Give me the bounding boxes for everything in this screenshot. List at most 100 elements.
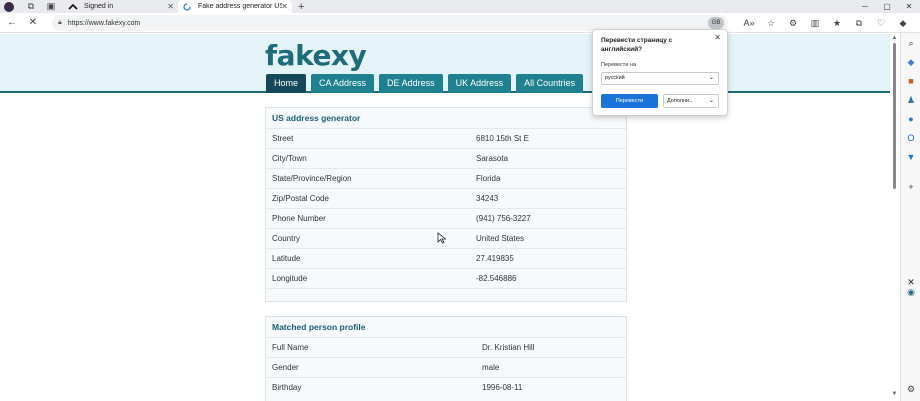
tab-fake-address[interactable]: Fake address generator US - Ra ✕ [178, 0, 292, 13]
tag-icon[interactable]: ◆ [905, 56, 917, 68]
field-value: (941) 756-3227 [476, 214, 531, 223]
translate-icon[interactable]: GB [708, 17, 724, 29]
add-icon[interactable]: + [905, 181, 917, 193]
stop-icon[interactable]: ✕ [24, 14, 42, 32]
field-value: 6810 15th St E [476, 134, 529, 143]
card-title: Matched person profile [272, 322, 366, 332]
favorite-icon[interactable]: ☆ [760, 18, 782, 29]
tab-strip: ⧉ ▣ Signed in ✕ Fake address generator U… [0, 0, 920, 13]
web-page: fakexy Home CA Address DE Address UK Add… [0, 34, 890, 401]
field-value: -82.546886 [476, 274, 517, 283]
site-logo[interactable]: fakexy [265, 39, 367, 72]
site-nav: Home CA Address DE Address UK Address Al… [266, 74, 584, 93]
chevron-down-icon: ⌄ [708, 75, 714, 81]
selected-language: русский [605, 75, 625, 81]
split-screen-icon[interactable]: ▥ [804, 18, 826, 29]
field-value: United States [476, 234, 525, 243]
drop-icon[interactable]: ▼ [905, 151, 917, 163]
field-label: Latitude [272, 254, 301, 263]
search-icon[interactable]: ⌕ [905, 37, 917, 49]
popup-title: Перевести страницу с английский? [601, 37, 673, 53]
tools-icon[interactable]: ■ [905, 75, 917, 87]
field-label: Birthday [272, 383, 302, 392]
field-value: Dr. Kristian Hill [482, 343, 535, 352]
field-label: City/Town [272, 154, 307, 163]
field-label: Gender [272, 363, 299, 372]
table-row: Latitude 27.419835 [266, 248, 626, 268]
back-icon[interactable]: ← [3, 14, 21, 32]
tab-title: Fake address generator US - Ra [198, 3, 282, 10]
field-value: 1996-08-11 [482, 383, 523, 392]
field-label: Longitude [272, 274, 308, 283]
scroll-thumb[interactable] [893, 43, 896, 189]
translate-popup: Перевести страницу с английский? ✕ Перев… [592, 29, 728, 116]
card-title: US address generator [272, 113, 361, 123]
close-icon[interactable]: ✕ [714, 33, 721, 42]
tab-actions-icon[interactable]: ▣ [44, 1, 58, 13]
nav-de-address[interactable]: DE Address [379, 74, 443, 93]
loading-spinner-icon [182, 2, 192, 11]
close-window-icon[interactable]: ✕ [898, 0, 920, 13]
nav-ca-address[interactable]: CA Address [311, 74, 375, 93]
table-row: Full Name Dr. Kristian Hill [266, 337, 626, 357]
profile-icon[interactable] [2, 1, 16, 13]
target-icon[interactable]: ◉ [905, 286, 917, 298]
toolbar-icons: A» ☆ ⚙ ▥ ★ ⧉ ♡ ◆ [738, 13, 914, 33]
person-card: Matched person profile Full Name Dr. Kris… [265, 316, 627, 401]
nav-all-countries[interactable]: All Countries [516, 74, 584, 93]
field-label: Zip/Postal Code [272, 194, 329, 203]
minimize-icon[interactable]: ─ [854, 0, 876, 13]
settings-icon[interactable]: ⚙ [905, 383, 917, 395]
more-options-label: Дополни... [667, 98, 694, 104]
field-label: Street [272, 134, 294, 143]
field-value: 27.419835 [476, 254, 514, 263]
page-scrollbar[interactable]: ▲ ▼ [890, 35, 899, 397]
copilot-icon[interactable]: ◆ [892, 18, 914, 29]
tab-favicon-icon [68, 3, 78, 11]
browser-essentials-icon[interactable]: ♡ [870, 18, 892, 29]
nav-uk-address[interactable]: UK Address [447, 74, 512, 93]
translate-button[interactable]: Перевести [601, 94, 658, 108]
field-value: Sarasota [476, 154, 509, 163]
read-aloud-icon[interactable]: A» [738, 18, 760, 28]
close-tab-icon[interactable]: ✕ [281, 2, 288, 11]
extensions-icon[interactable]: ⚙ [782, 18, 804, 29]
site-info-icon[interactable]: 🔒︎ [58, 19, 62, 27]
site-header: fakexy Home CA Address DE Address UK Add… [0, 34, 890, 93]
table-row [266, 288, 626, 308]
scroll-up-icon[interactable]: ▲ [890, 35, 899, 41]
chevron-down-icon: ⌄ [708, 98, 714, 104]
favorites-icon[interactable]: ★ [826, 18, 848, 29]
maximize-icon[interactable]: ▢ [876, 0, 898, 13]
close-tab-icon[interactable]: ✕ [167, 2, 174, 11]
field-value: male [482, 363, 500, 372]
more-options-button[interactable]: Дополни... ⌄ [663, 94, 719, 108]
scroll-down-icon[interactable]: ▼ [890, 391, 899, 397]
table-row: Gender male [266, 357, 626, 377]
mouse-cursor-icon [437, 232, 447, 244]
field-label: State/Province/Region [272, 174, 352, 183]
field-label: Phone Number [272, 214, 326, 223]
target-language-select[interactable]: русский ⌄ [601, 72, 719, 85]
navigation-bar: ← ✕ 🔒︎ https://www.fakexy.com GB A» ☆ ⚙ … [0, 13, 920, 33]
new-tab-button[interactable]: + [298, 1, 304, 13]
browser-sidebar: ⌕ ◆ ■ ♟ ● O ▼ + ✕ ◉ ⚙ [900, 33, 920, 401]
games-icon[interactable]: ♟ [905, 94, 917, 106]
table-row: Zip/Postal Code 34243 [266, 188, 626, 208]
address-card: US address generator Street 6810 15th St … [265, 107, 627, 302]
table-row: Phone Number (941) 756-3227 [266, 208, 626, 228]
table-row: Birthday 1996-08-11 [266, 377, 626, 397]
url-text[interactable]: https://www.fakexy.com [68, 20, 141, 27]
window-controls: ─ ▢ ✕ [854, 0, 920, 13]
nav-home[interactable]: Home [266, 74, 307, 93]
table-row: Longitude -82.546886 [266, 268, 626, 288]
target-language-label: Перевести на [601, 62, 637, 68]
workspaces-icon[interactable]: ⧉ [24, 1, 38, 13]
table-row: Street 6810 15th St E [266, 128, 626, 148]
field-value: Florida [476, 174, 501, 183]
collections-icon[interactable]: ⧉ [848, 18, 870, 29]
office-icon[interactable]: ● [905, 113, 917, 125]
outlook-icon[interactable]: O [905, 132, 917, 144]
tab-signed-in[interactable]: Signed in ✕ [64, 0, 178, 13]
table-row: City/Town Sarasota [266, 148, 626, 168]
